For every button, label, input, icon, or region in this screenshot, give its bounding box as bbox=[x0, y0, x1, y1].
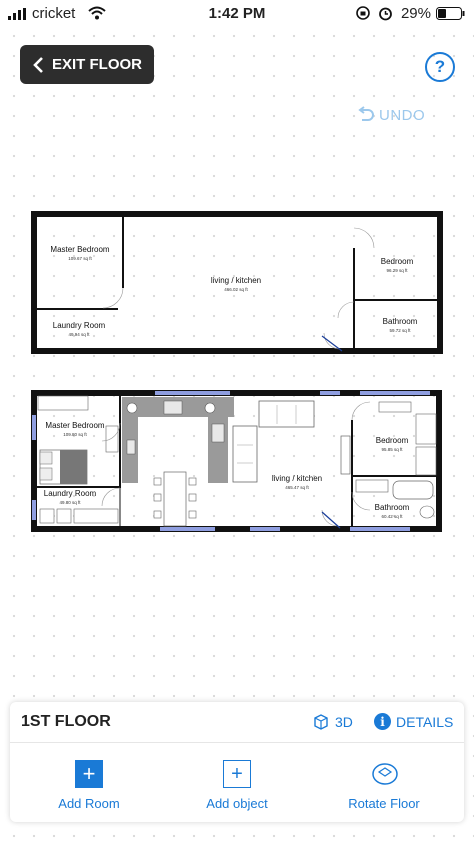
room-area: 96.29 sq ft bbox=[386, 268, 408, 273]
room-label[interactable]: Bedroom bbox=[376, 436, 409, 445]
rotate-floor-button[interactable]: Rotate Floor bbox=[324, 760, 444, 811]
plus-outline-icon: + bbox=[223, 760, 251, 788]
room-label[interactable]: Master Bedroom bbox=[45, 421, 104, 430]
room-label[interactable]: Bathroom bbox=[375, 503, 410, 512]
details-label: DETAILS bbox=[396, 713, 454, 730]
add-room-label: Add Room bbox=[58, 796, 120, 811]
room-area: 465.47 sq ft bbox=[285, 485, 309, 490]
room-label[interactable]: Bathroom bbox=[383, 317, 418, 326]
add-room-button[interactable]: + Add Room bbox=[29, 760, 149, 811]
add-object-label: Add object bbox=[206, 796, 268, 811]
room-area: 49.80 sq ft bbox=[59, 500, 81, 505]
room-label[interactable]: living / kitchen bbox=[211, 276, 261, 285]
room-area: 95.85 sq ft bbox=[381, 447, 403, 452]
rotate-icon bbox=[370, 760, 398, 788]
room-area: 109.67 sq ft bbox=[68, 256, 92, 261]
room-area: 59.72 sq ft bbox=[389, 328, 411, 333]
floor-panel-header: 1ST FLOOR 3D i DETAILS bbox=[10, 702, 464, 743]
room-label[interactable]: living / kitchen bbox=[272, 474, 322, 483]
room-label[interactable]: Bedroom bbox=[381, 257, 414, 266]
room-area: 49.94 sq ft bbox=[68, 332, 90, 337]
room-area: 109.80 sq ft bbox=[63, 432, 87, 437]
view-3d-button[interactable]: 3D bbox=[312, 713, 353, 731]
room-area: 466.02 sq ft bbox=[224, 287, 248, 292]
cube-icon bbox=[314, 714, 328, 730]
floor-name[interactable]: 1ST FLOOR bbox=[21, 713, 111, 731]
add-object-button[interactable]: + Add object bbox=[177, 760, 297, 811]
room-label[interactable]: Laundry Room bbox=[53, 321, 106, 330]
floor-panel: 1ST FLOOR 3D i DETAILS + Add Room + Add … bbox=[10, 702, 464, 822]
view-3d-label: 3D bbox=[335, 714, 353, 730]
room-label[interactable]: Master Bedroom bbox=[50, 245, 109, 254]
plus-filled-icon: + bbox=[75, 760, 103, 788]
rotate-floor-label: Rotate Floor bbox=[348, 796, 420, 811]
room-area: 60.42 sq ft bbox=[381, 514, 403, 519]
room-label[interactable]: Laundry Room bbox=[44, 489, 97, 498]
details-button[interactable]: i DETAILS bbox=[374, 713, 453, 730]
info-icon: i bbox=[374, 713, 391, 730]
